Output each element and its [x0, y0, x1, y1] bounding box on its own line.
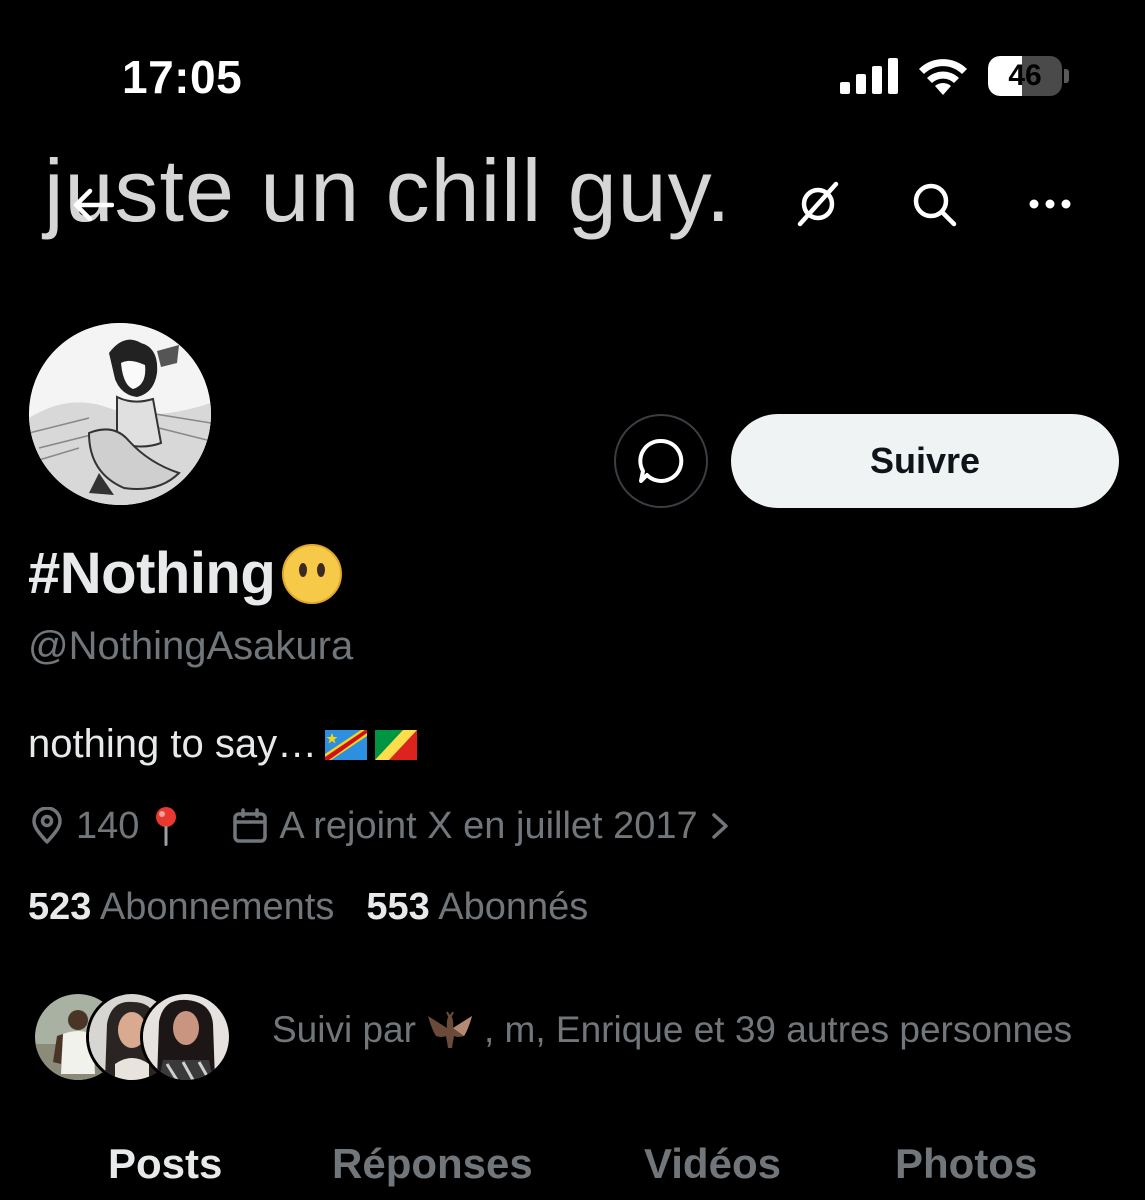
tab-videos[interactable]: Vidéos: [644, 1140, 781, 1188]
signal-icon: [840, 58, 898, 94]
follow-counts: 523 Abonnements 553 Abonnés: [28, 886, 588, 929]
round-pushpin-emoji-icon: [156, 807, 177, 846]
tab-posts[interactable]: Posts: [108, 1140, 222, 1188]
battery-level: 46: [1008, 59, 1042, 92]
drc-flag-icon: [325, 729, 368, 760]
profile-handle: @NothingAsakura: [28, 624, 354, 668]
followed-by-rest: , m, Enrique et 39 autres personnes: [483, 1009, 1073, 1050]
message-button[interactable]: [614, 414, 708, 508]
more-icon[interactable]: [1022, 176, 1078, 232]
followers-link[interactable]: 553 Abonnés: [366, 886, 588, 929]
joined-item[interactable]: A rejoint X en juillet 2017: [231, 805, 731, 848]
follow-button[interactable]: Suivre: [731, 414, 1119, 508]
followers-label: Abonnés: [438, 886, 589, 928]
profile-bio: nothing to say…: [28, 722, 418, 767]
profile-avatar[interactable]: [26, 320, 214, 508]
battery-icon: 46: [988, 56, 1069, 96]
followed-by-text[interactable]: Suivi par , m, Enrique et 39 autres pers…: [272, 1008, 1072, 1052]
wifi-icon: [919, 59, 967, 95]
chevron-right-icon: [711, 813, 728, 839]
status-time: 17:05: [122, 51, 243, 103]
tab-replies[interactable]: Réponses: [332, 1140, 533, 1188]
message-bubble-icon: [638, 438, 684, 483]
following-label: Abonnements: [99, 886, 335, 928]
joined-text: A rejoint X en juillet 2017: [279, 804, 698, 847]
tab-photos[interactable]: Photos: [895, 1140, 1037, 1188]
neutral-face-emoji-icon: [282, 543, 343, 604]
grok-icon[interactable]: [790, 176, 846, 232]
bat-emoji-icon: [427, 1011, 472, 1048]
location-item: 140: [28, 805, 183, 848]
banner-text: juste un chill guy.: [44, 141, 732, 240]
congo-flag-icon: [375, 729, 418, 760]
display-name-text: #Nothing: [28, 541, 276, 606]
followers-count: 553: [366, 886, 430, 928]
followed-by-prefix: Suivi par: [272, 1009, 416, 1050]
follower-avatar-3: [140, 991, 232, 1083]
profile-meta: 140 A rejoint X en juillet 2017: [28, 802, 732, 850]
status-icons: 46: [840, 56, 1069, 96]
profile-tabs: Posts Réponses Vidéos Photos: [0, 1140, 1145, 1200]
location-text: 140: [76, 804, 140, 847]
following-link[interactable]: 523 Abonnements: [28, 886, 334, 929]
bio-text: nothing to say…: [28, 722, 318, 766]
following-count: 523: [28, 886, 92, 928]
search-icon[interactable]: [906, 176, 962, 232]
location-pin-icon: [32, 807, 62, 844]
back-arrow-icon[interactable]: [68, 180, 118, 230]
followed-by-avatars[interactable]: [32, 990, 232, 1084]
calendar-icon: [233, 808, 268, 843]
display-name: #Nothing: [28, 540, 343, 607]
